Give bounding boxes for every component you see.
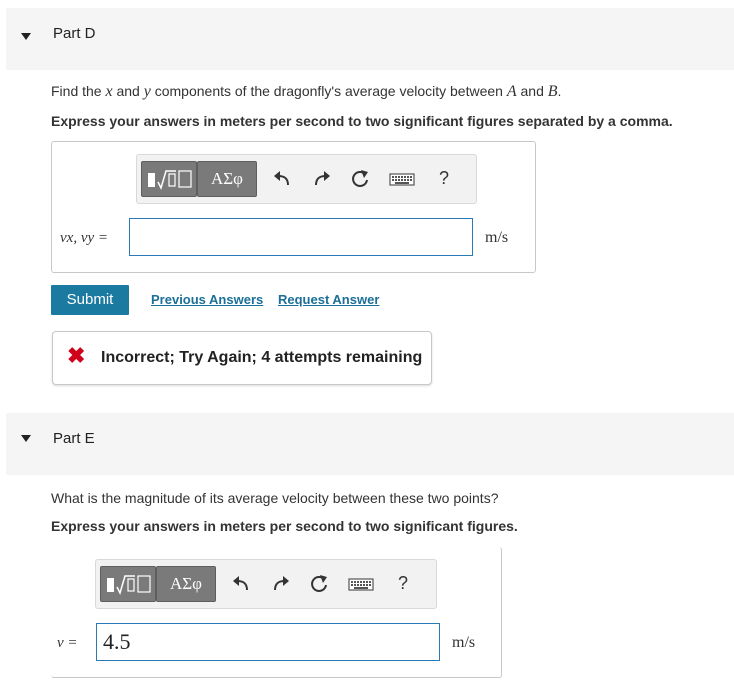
unit-label: m/s [452,634,476,651]
variable-label: vx, vy = [60,230,108,247]
redo-icon[interactable] [270,573,292,595]
part-e-instruction: Express your answers in meters per secon… [51,518,518,534]
math-toolbar: ΑΣφ ? [95,559,437,609]
keyboard-icon[interactable] [389,168,415,190]
var-x: x [105,83,113,100]
previous-answers-link[interactable]: Previous Answers [151,292,263,307]
collapse-caret-icon[interactable] [21,435,31,442]
part-d-question: Find the x and y components of the drago… [51,83,561,101]
question-text: and [112,83,144,99]
collapse-caret-icon[interactable] [21,33,31,40]
template-icon [148,170,192,191]
feedback-box: ✖ Incorrect; Try Again; 4 attempts remai… [52,331,432,385]
incorrect-icon: ✖ [67,343,86,368]
template-button[interactable] [141,161,197,197]
part-d-header[interactable]: Part D [6,8,734,70]
part-e-title: Part E [53,430,95,447]
feedback-text: Incorrect; Try Again; 4 attempts remaini… [101,349,423,366]
reset-icon[interactable] [308,573,330,595]
question-text: Find the [51,83,106,99]
redo-icon[interactable] [311,168,333,190]
part-d-instruction: Express your answers in meters per secon… [51,113,673,129]
variable-label-text: vx, vy = [60,230,109,246]
part-d-answer-box: ΑΣφ ? vx, vy = m/s [51,141,536,273]
greek-symbols-button[interactable]: ΑΣφ [197,161,257,197]
question-text: and [516,83,548,99]
unit-label: m/s [485,229,509,246]
greek-symbols-button[interactable]: ΑΣφ [156,566,216,602]
math-toolbar: ΑΣφ ? [136,154,477,204]
var-A: A [506,83,517,100]
var-B: B [547,83,558,100]
reset-icon[interactable] [349,168,371,190]
undo-icon[interactable] [271,168,293,190]
undo-icon[interactable] [230,573,252,595]
part-e-answer-box: ΑΣφ ? v = 4.5 m/s [51,547,502,678]
submit-button[interactable]: Submit [51,285,129,315]
variable-label-text: v = [57,635,78,651]
request-answer-link[interactable]: Request Answer [278,292,379,307]
var-y: y [143,83,151,100]
answer-input[interactable] [129,218,473,256]
part-e-question: What is the magnitude of its average vel… [51,490,499,506]
template-button[interactable] [100,566,156,602]
answer-input[interactable]: 4.5 [96,623,440,661]
keyboard-icon[interactable] [348,573,374,595]
part-d-title: Part D [53,25,96,42]
part-e-header[interactable]: Part E [6,413,734,475]
question-text: . [557,83,562,99]
question-text: components of the dragonfly's average ve… [150,83,507,99]
help-button[interactable]: ? [439,168,449,189]
template-icon [107,575,151,596]
variable-label: v = [57,635,78,652]
help-button[interactable]: ? [398,573,408,594]
